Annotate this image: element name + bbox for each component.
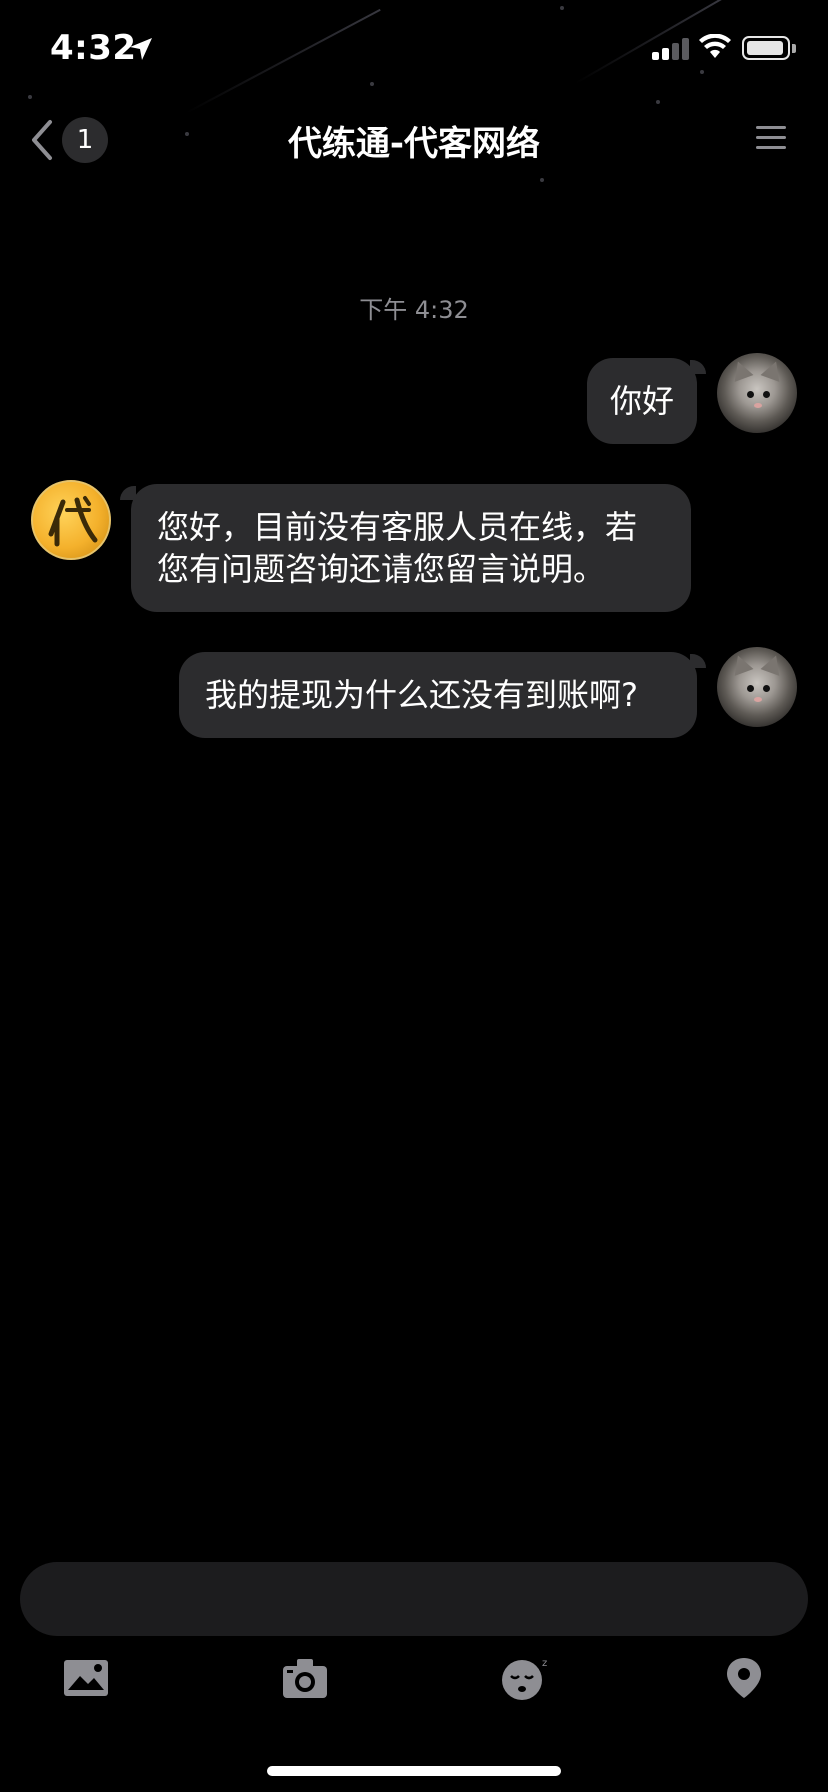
image-icon[interactable]	[62, 1656, 110, 1700]
battery-icon	[742, 36, 790, 60]
status-bar: 4:32	[0, 0, 828, 100]
menu-icon[interactable]	[756, 124, 788, 152]
message-input[interactable]	[20, 1562, 808, 1636]
battery-tip	[792, 44, 796, 53]
message-text-line: 您有问题咨询还请您留言说明。	[157, 550, 606, 588]
message-text: 你好	[609, 382, 674, 420]
service-logo-icon	[48, 496, 98, 547]
message-text-line: 您好，目前没有客服人员在线，若	[157, 508, 638, 546]
bubble-tail	[690, 360, 706, 374]
message-bubble[interactable]: 我的提现为什么还没有到账啊?	[179, 652, 697, 738]
page-title: 代练通-代客网络	[287, 124, 541, 164]
message-timestamp: 下午 4:32	[359, 296, 469, 324]
svg-text:z: z	[542, 1658, 547, 1669]
emoji-icon[interactable]: z	[500, 1656, 552, 1700]
user-avatar[interactable]	[717, 353, 797, 433]
bubble-tail	[690, 654, 706, 668]
wifi-icon	[699, 34, 731, 58]
user-avatar[interactable]	[717, 647, 797, 727]
location-icon[interactable]	[724, 1656, 764, 1700]
message-bubble[interactable]: 你好	[587, 358, 697, 444]
camera-icon[interactable]	[281, 1656, 329, 1700]
message-bubble[interactable]: 您好，目前没有客服人员在线，若 您有问题咨询还请您留言说明。	[131, 484, 691, 612]
status-time: 4:32	[50, 28, 137, 68]
chat-screen: 4:32 1 代练通-代客网络 下午 4:32 你好 您好，目前没有客服人员在线…	[0, 0, 828, 1792]
message-text: 我的提现为什么还没有到账啊?	[205, 676, 638, 714]
location-arrow-icon	[130, 38, 152, 60]
service-avatar[interactable]	[31, 480, 111, 560]
cellular-signal-icon	[652, 36, 692, 60]
home-indicator[interactable]	[267, 1766, 561, 1776]
